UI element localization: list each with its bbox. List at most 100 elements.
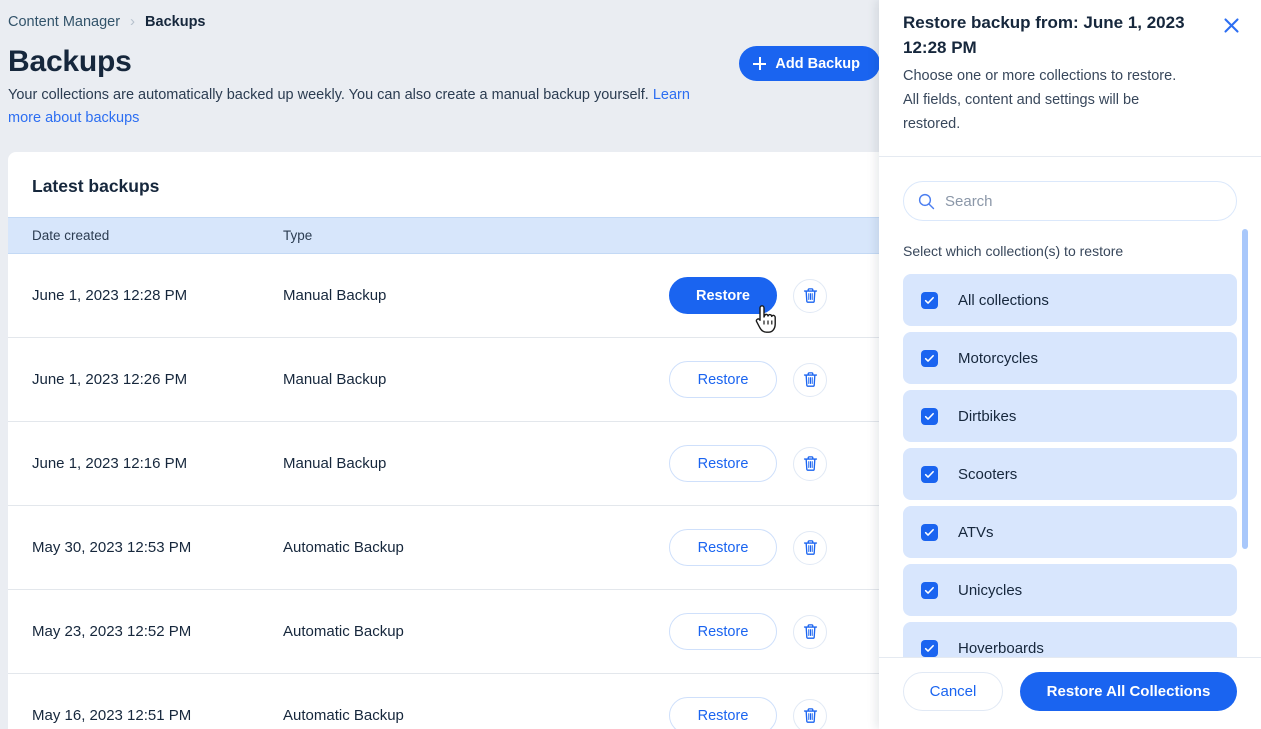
close-button[interactable] <box>1216 10 1246 40</box>
cell-type: Manual Backup <box>283 455 387 472</box>
cell-date: June 1, 2023 12:16 PM <box>32 455 188 472</box>
select-collections-label: Select which collection(s) to restore <box>903 243 1124 259</box>
trash-icon <box>803 372 817 387</box>
latest-backups-card: Latest backups Date created Type June 1,… <box>8 152 880 729</box>
card-title: Latest backups <box>32 176 160 196</box>
cell-type: Automatic Backup <box>283 623 404 640</box>
collection-item[interactable]: Hoverboards <box>903 622 1237 657</box>
search-field[interactable] <box>903 181 1237 221</box>
restore-button[interactable]: Restore <box>669 697 777 729</box>
drawer-header: Restore backup from: June 1, 2023 12:28 … <box>879 0 1261 156</box>
table-row: May 23, 2023 12:52 PM Automatic Backup R… <box>8 590 880 674</box>
restore-all-collections-button[interactable]: Restore All Collections <box>1020 672 1237 711</box>
main-content: Content Manager › Backups Backups Your c… <box>0 0 880 729</box>
drawer-subtitle: Choose one or more collections to restor… <box>903 68 1177 132</box>
cell-type: Manual Backup <box>283 287 387 304</box>
plus-icon <box>753 57 767 70</box>
collection-label: All collections <box>958 291 1049 309</box>
checkmark-icon <box>924 586 934 594</box>
delete-backup-button[interactable] <box>793 446 827 481</box>
table-row: May 30, 2023 12:53 PM Automatic Backup R… <box>8 506 880 590</box>
table-row: June 1, 2023 12:16 PM Manual Backup Rest… <box>8 422 880 506</box>
collection-item[interactable]: Unicycles <box>903 564 1237 616</box>
page-title: Backups <box>8 45 132 78</box>
restore-button[interactable]: Restore <box>669 445 777 482</box>
drawer-footer: Cancel Restore All Collections <box>879 657 1261 729</box>
delete-backup-button[interactable] <box>793 614 827 649</box>
collection-label: Dirtbikes <box>958 407 1017 425</box>
checkmark-icon <box>924 296 934 304</box>
collection-item[interactable]: ATVs <box>903 506 1237 558</box>
collection-checkbox[interactable] <box>921 291 938 309</box>
row-actions: Restore <box>669 697 827 729</box>
checkmark-icon <box>924 644 934 652</box>
drawer-title: Restore backup from: June 1, 2023 12:28 … <box>903 13 1185 57</box>
cell-date: May 30, 2023 12:53 PM <box>32 539 192 556</box>
trash-icon <box>803 288 817 303</box>
cancel-button[interactable]: Cancel <box>903 672 1003 711</box>
search-icon <box>918 193 935 209</box>
trash-icon <box>803 456 817 471</box>
column-header-date: Date created <box>32 228 110 243</box>
row-actions: Restore <box>669 277 827 314</box>
collections-scrollbar[interactable] <box>1242 229 1248 657</box>
collection-label: Scooters <box>958 465 1018 483</box>
delete-backup-button[interactable] <box>793 362 827 397</box>
checkmark-icon <box>924 528 934 536</box>
breadcrumb-parent[interactable]: Content Manager <box>8 14 120 30</box>
collection-item[interactable]: Scooters <box>903 448 1237 500</box>
restore-button[interactable]: Restore <box>669 529 777 566</box>
collection-label: Hoverboards <box>958 639 1044 657</box>
cell-type: Automatic Backup <box>283 707 404 724</box>
trash-icon <box>803 540 817 555</box>
collection-checkbox[interactable] <box>921 349 938 367</box>
table-body: June 1, 2023 12:28 PM Manual Backup Rest… <box>8 254 880 729</box>
collection-label: Motorcycles <box>958 349 1039 367</box>
collection-label: Unicycles <box>958 581 1023 599</box>
collection-checkbox[interactable] <box>921 523 938 541</box>
cell-type: Automatic Backup <box>283 539 404 556</box>
delete-backup-button[interactable] <box>793 278 827 313</box>
checkmark-icon <box>924 412 934 420</box>
add-backup-button[interactable]: Add Backup <box>739 46 880 81</box>
collections-list: All collections Motorcycles Dirtbikes Sc… <box>903 274 1237 657</box>
search-input[interactable] <box>945 192 1222 210</box>
collection-item[interactable]: All collections <box>903 274 1237 326</box>
cell-date: May 23, 2023 12:52 PM <box>32 623 192 640</box>
table-row: May 16, 2023 12:51 PM Automatic Backup R… <box>8 674 880 729</box>
collections-scrollbar-thumb[interactable] <box>1242 229 1248 549</box>
add-backup-label: Add Backup <box>775 55 860 72</box>
close-icon <box>1223 17 1239 33</box>
chevron-right-icon: › <box>130 12 136 30</box>
cell-type: Manual Backup <box>283 371 387 388</box>
restore-button[interactable]: Restore <box>669 613 777 650</box>
collection-checkbox[interactable] <box>921 639 938 657</box>
table-row: June 1, 2023 12:28 PM Manual Backup Rest… <box>8 254 880 338</box>
app-root: Content Manager › Backups Backups Your c… <box>0 0 1261 729</box>
restore-button[interactable]: Restore <box>669 277 777 314</box>
delete-backup-button[interactable] <box>793 698 827 729</box>
row-actions: Restore <box>669 613 827 650</box>
row-actions: Restore <box>669 361 827 398</box>
page-description-text: Your collections are automatically backe… <box>8 87 653 103</box>
row-actions: Restore <box>669 445 827 482</box>
cell-date: June 1, 2023 12:26 PM <box>32 371 188 388</box>
collection-checkbox[interactable] <box>921 581 938 599</box>
collection-checkbox[interactable] <box>921 465 938 483</box>
trash-icon <box>803 624 817 639</box>
collection-checkbox[interactable] <box>921 407 938 425</box>
delete-backup-button[interactable] <box>793 530 827 565</box>
row-actions: Restore <box>669 529 827 566</box>
checkmark-icon <box>924 354 934 362</box>
restore-button[interactable]: Restore <box>669 361 777 398</box>
breadcrumb: Content Manager › Backups <box>8 12 206 31</box>
column-header-type: Type <box>283 228 313 243</box>
table-header-row: Date created Type <box>8 217 880 254</box>
collection-item[interactable]: Dirtbikes <box>903 390 1237 442</box>
breadcrumb-current: Backups <box>145 14 206 30</box>
page-description: Your collections are automatically backe… <box>8 84 698 130</box>
trash-icon <box>803 708 817 723</box>
collection-item[interactable]: Motorcycles <box>903 332 1237 384</box>
cell-date: June 1, 2023 12:28 PM <box>32 287 188 304</box>
collection-label: ATVs <box>958 523 994 541</box>
